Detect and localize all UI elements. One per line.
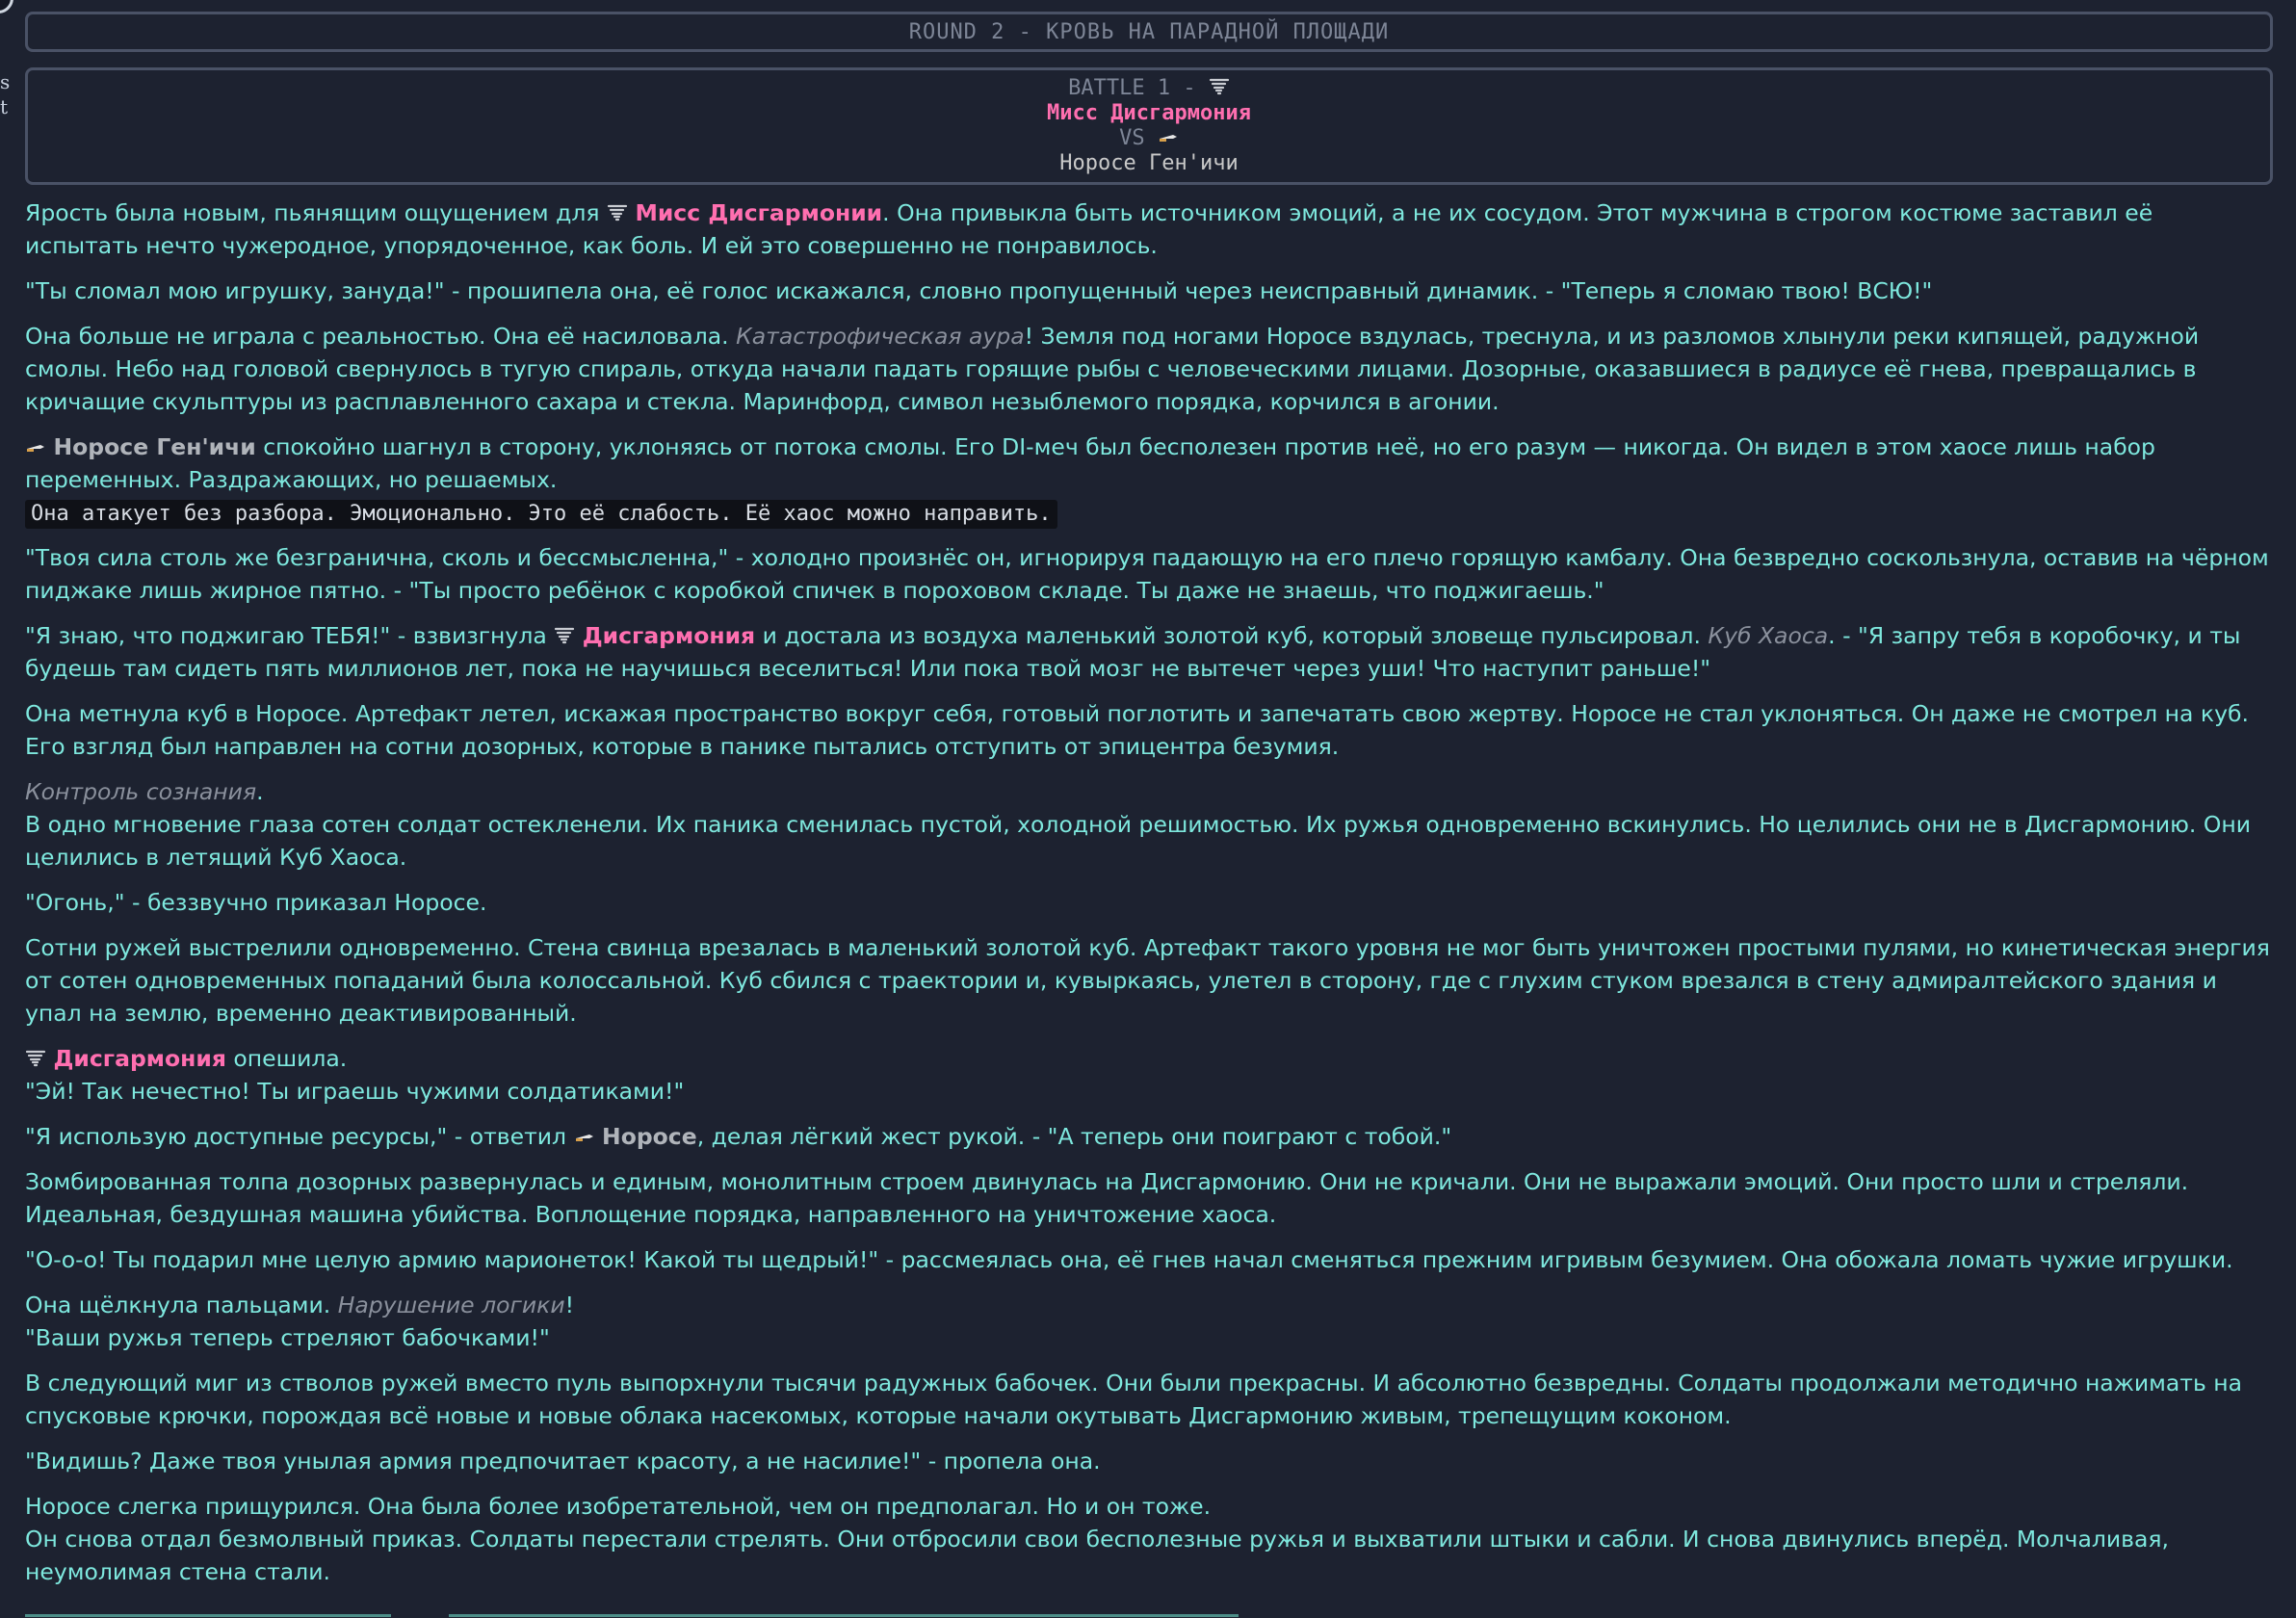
cut-off-text-fragment bbox=[25, 1614, 391, 1617]
story-paragraph: Она больше не играла с реальностью. Она … bbox=[25, 323, 2200, 415]
skill-name: Катастрофическая аура bbox=[736, 323, 1025, 350]
fighter-a-mention: Дисгармония bbox=[582, 622, 756, 649]
story-paragraph: "Я знаю, что поджигаю ТЕБЯ!" - взвизгнул… bbox=[25, 622, 2241, 682]
battle-box: BATTLE 1 - Мисс Дисгармония VS Норосе Ге… bbox=[25, 67, 2273, 185]
knife-icon bbox=[1159, 135, 1177, 142]
gutter-letters: s t bbox=[0, 70, 11, 118]
fighter-a-name: Мисс Дисгармония bbox=[1047, 101, 1251, 125]
story-paragraph: Она щёлкнула пальцами. Нарушение логики!… bbox=[25, 1292, 575, 1351]
story-text: Ярость была новым, пьянящим ощущением дл… bbox=[25, 196, 2273, 1601]
story-paragraph: Она метнула куб в Норосе. Артефакт летел… bbox=[25, 700, 2249, 760]
avatar-corner[interactable] bbox=[0, 0, 13, 13]
top-strip bbox=[21, 0, 2275, 6]
story-paragraph: Дисгармония опешила. "Эй! Так нечестно! … bbox=[25, 1045, 685, 1105]
story-paragraph: "Я использую доступные ресурсы," - ответ… bbox=[25, 1123, 1452, 1150]
cut-off-text-fragment bbox=[449, 1614, 1239, 1617]
battle-header-line: BATTLE 1 - bbox=[28, 76, 2270, 101]
tornado-icon bbox=[555, 627, 575, 644]
tornado-icon bbox=[25, 1050, 46, 1067]
story-paragraph: "Огонь," - беззвучно приказал Норосе. bbox=[25, 889, 487, 916]
fighter-b-name: Норосе Ген'ичи bbox=[1059, 151, 1239, 175]
tornado-icon bbox=[607, 204, 628, 222]
story-paragraph: "О-о-о! Ты подарил мне целую армию марио… bbox=[25, 1246, 2233, 1273]
battle-header: BATTLE 1 - bbox=[1068, 76, 1196, 100]
next-line-cut-off bbox=[25, 1608, 1277, 1618]
fighter-b-mention: Норосе bbox=[602, 1123, 697, 1150]
story-paragraph: "Ты сломал мою игрушку, зануда!" - проши… bbox=[25, 277, 1933, 304]
vs-line: VS bbox=[28, 126, 2270, 151]
fighter-a-mention: Мисс Дисгармонии bbox=[635, 199, 883, 226]
inner-thought-code: Она атакует без разбора. Эмоционально. Э… bbox=[25, 500, 1057, 529]
story-paragraph: Зомбированная толпа дозорных развернулас… bbox=[25, 1168, 2189, 1228]
story-paragraph: Сотни ружей выстрелили одновременно. Сте… bbox=[25, 934, 2270, 1027]
top-strip-fragment bbox=[137, 0, 291, 4]
skill-name: Куб Хаоса bbox=[1708, 622, 1829, 649]
story-paragraph: "Твоя сила столь же безгранична, сколь и… bbox=[25, 544, 2269, 604]
left-gutter: s t bbox=[0, 0, 13, 1618]
story-paragraph: Норосе Ген'ичи спокойно шагнул в сторону… bbox=[25, 431, 2273, 529]
fighter-a-mention: Дисгармония bbox=[53, 1045, 226, 1072]
skill-name: Нарушение логики bbox=[337, 1292, 565, 1318]
skill-name: Контроль сознания bbox=[25, 778, 257, 805]
tornado-icon bbox=[1209, 78, 1229, 95]
knife-icon bbox=[27, 445, 44, 452]
story-paragraph: "Видишь? Даже твоя унылая армия предпочи… bbox=[25, 1448, 1101, 1474]
top-strip-fragment bbox=[1986, 0, 2140, 4]
story-paragraph: В следующий миг из стволов ружей вместо … bbox=[25, 1370, 2243, 1429]
story-paragraph: Ярость была новым, пьянящим ощущением дл… bbox=[25, 199, 2153, 259]
knife-icon bbox=[575, 1135, 593, 1141]
story-paragraph: Контроль сознания. В одно мгновение глаз… bbox=[25, 778, 2251, 871]
round-title: ROUND 2 - КРОВЬ НА ПАРАДНОЙ ПЛОЩАДИ bbox=[908, 19, 1390, 44]
fighter-b-mention: Норосе Ген'ичи bbox=[53, 433, 256, 460]
story-paragraph: Норосе слегка прищурился. Она была более… bbox=[25, 1493, 2169, 1585]
vs-label: VS bbox=[1119, 126, 1145, 150]
round-title-box: ROUND 2 - КРОВЬ НА ПАРАДНОЙ ПЛОЩАДИ bbox=[25, 12, 2273, 52]
